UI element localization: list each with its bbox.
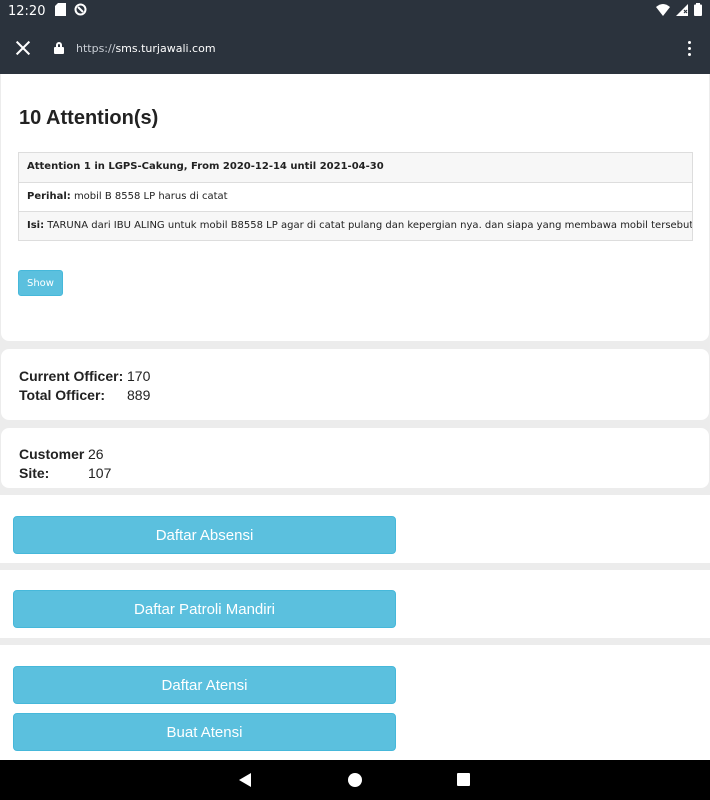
total-officer-label: Total Officer: <box>19 387 106 403</box>
daftar-absensi-button[interactable]: Daftar Absensi <box>13 516 396 554</box>
total-officer-row: Total Officer: 889 <box>19 386 150 405</box>
total-officer-value: 889 <box>127 387 151 403</box>
absensi-section: Daftar Absensi <box>0 495 710 563</box>
patroli-section: Daftar Patroli Mandiri <box>0 570 710 638</box>
lock-icon[interactable] <box>54 42 64 54</box>
close-icon[interactable] <box>14 39 32 57</box>
isi-value: TARUNA dari IBU ALING untuk mobil B8558 … <box>44 220 692 231</box>
customer-label: Customer <box>19 446 85 462</box>
url-bar: https://sms.turjawali.com <box>0 22 710 74</box>
home-icon[interactable] <box>348 773 362 787</box>
status-bar: 12:20 <box>0 0 710 22</box>
atensi-section: Daftar Atensi Buat Atensi <box>0 645 710 760</box>
signal-icon <box>676 3 688 19</box>
show-button[interactable]: Show <box>18 270 63 296</box>
current-officer-label: Current Officer: <box>19 368 124 384</box>
url-prefix: https:// <box>76 41 116 55</box>
attention-perihal-row: Perihal: mobil B 8558 LP harus di catat <box>19 182 692 211</box>
daftar-patroli-mandiri-button[interactable]: Daftar Patroli Mandiri <box>13 590 396 628</box>
attention-header: Attention 1 in LGPS-Cakung, From 2020-12… <box>19 153 692 182</box>
browser-top-bar: 12:20 https://sms.turjawali.com <box>0 0 710 74</box>
customer-value: 26 <box>88 446 104 462</box>
officer-card: Current Officer: 170 Total Officer: 889 <box>1 349 709 420</box>
current-officer-value: 170 <box>127 368 151 384</box>
status-time: 12:20 <box>8 3 46 19</box>
wifi-icon <box>656 3 670 19</box>
customer-card: Customer 26 Site: 107 <box>1 428 709 488</box>
daftar-atensi-button[interactable]: Daftar Atensi <box>13 666 396 704</box>
site-value: 107 <box>88 465 112 481</box>
recent-apps-icon[interactable] <box>457 773 470 786</box>
sd-card-icon <box>55 3 67 19</box>
attention-card: 10 Attention(s) Attention 1 in LGPS-Caku… <box>1 74 709 341</box>
page-content: 10 Attention(s) Attention 1 in LGPS-Caku… <box>0 74 710 760</box>
attention-isi-row: Isi: TARUNA dari IBU ALING untuk mobil B… <box>19 211 692 240</box>
android-nav-bar <box>0 760 710 800</box>
customer-row: Customer 26 <box>19 445 111 464</box>
sync-icon <box>74 3 87 19</box>
attention-table: Attention 1 in LGPS-Cakung, From 2020-12… <box>18 152 693 241</box>
attention-title: 10 Attention(s) <box>19 107 159 129</box>
perihal-value: mobil B 8558 LP harus di catat <box>70 191 228 202</box>
isi-label: Isi: <box>27 220 45 231</box>
site-row: Site: 107 <box>19 464 111 483</box>
perihal-label: Perihal: <box>27 191 71 202</box>
officer-stats: Current Officer: 170 Total Officer: 889 <box>19 367 150 405</box>
buat-atensi-button[interactable]: Buat Atensi <box>13 713 396 751</box>
url-text[interactable]: https://sms.turjawali.com <box>76 42 216 55</box>
customer-stats: Customer 26 Site: 107 <box>19 445 111 483</box>
battery-icon <box>694 3 702 19</box>
current-officer-row: Current Officer: 170 <box>19 367 150 386</box>
site-label: Site: <box>19 465 50 481</box>
overflow-menu-icon[interactable] <box>688 40 692 56</box>
url-host: sms.turjawali.com <box>115 41 216 55</box>
back-icon[interactable] <box>239 773 251 787</box>
